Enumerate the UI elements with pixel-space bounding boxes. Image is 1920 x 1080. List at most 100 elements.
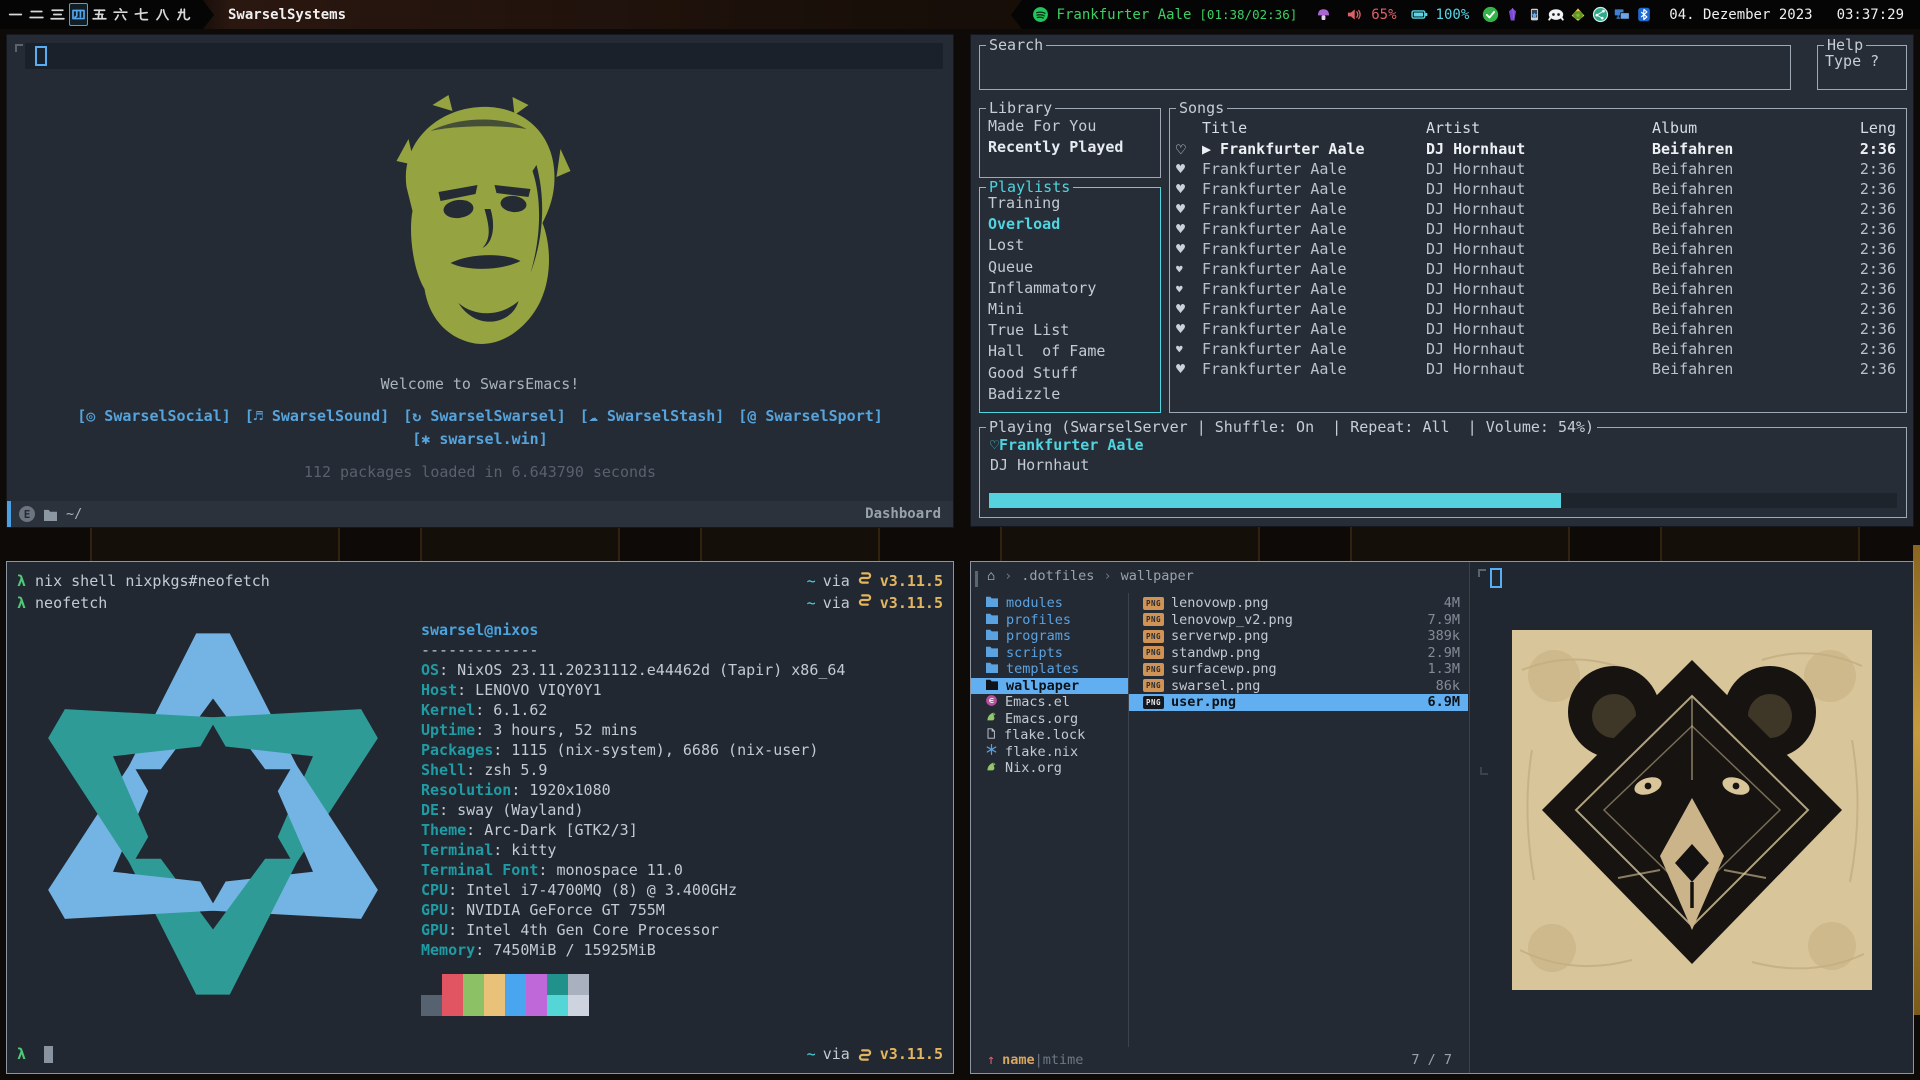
library-item-recently-played[interactable]: Recently Played [988,137,1160,158]
file-row-lenovowp_v2.png[interactable]: PNGlenovowp_v2.png7.9M [1129,612,1468,629]
song-row[interactable]: ♥Frankfurter AaleDJ HornhautBeifahren2:3… [1170,339,1906,359]
playlist-item[interactable]: Overload [988,214,1160,235]
file-row-programs[interactable]: programs [971,628,1128,645]
now-playing-track[interactable]: Frankfurter Aale [1057,7,1192,23]
dashboard-button-swarselstash[interactable]: [☁ SwarselStash] [580,407,725,425]
kdeconnect-tray-icon[interactable] [1525,6,1543,24]
heart-icon[interactable]: ♥ [1176,263,1202,276]
column-album[interactable]: Album [1652,119,1852,137]
heart-icon[interactable]: ♥ [1176,180,1202,198]
emacs-header-line[interactable] [25,43,943,69]
spotify-icon[interactable] [1032,6,1049,23]
syncthing-tray-icon[interactable] [1591,6,1609,24]
turtle-tray-icon[interactable] [1569,6,1587,24]
heart-icon[interactable]: ♡ [1176,140,1202,159]
playlist-item[interactable]: Training [988,193,1160,214]
song-row[interactable]: ♥Frankfurter AaleDJ HornhautBeifahren2:3… [1170,359,1906,379]
song-row[interactable]: ♥Frankfurter AaleDJ HornhautBeifahren2:3… [1170,199,1906,219]
breadcrumb-part[interactable]: .dotfiles [1021,568,1094,584]
heart-icon[interactable]: ♥ [1176,200,1202,218]
library-item-made-for-you[interactable]: Made For You [988,116,1160,137]
heart-icon[interactable]: ♡ [990,436,999,454]
workspace-button-2[interactable] [27,3,46,26]
dashboard-button-swarselsport[interactable]: [@ SwarselSport] [738,407,883,425]
playlist-item[interactable]: Lost [988,235,1160,256]
heart-icon[interactable]: ♥ [1176,343,1202,356]
file-row-lenovowp.png[interactable]: PNGlenovowp.png4M [1129,595,1468,612]
playlist-item[interactable]: Hall of Fame [988,341,1160,362]
workspace-button-1[interactable] [6,3,25,26]
sort-secondary[interactable]: mtime [1043,1052,1084,1068]
file-row-Emacs.org[interactable]: Emacs.org [971,711,1128,728]
column-title[interactable]: Title [1202,119,1426,137]
sort-field[interactable]: name [1002,1052,1035,1068]
terminal-window[interactable]: λnix shell nixpkgs#neofetch~viav3.11.5λn… [6,561,954,1074]
clock-display[interactable]: 03:37:29 [1829,7,1912,23]
file-row-user.png[interactable]: PNGuser.png6.9M [1129,694,1468,711]
heart-icon[interactable]: ♥ [1176,160,1202,178]
song-row[interactable]: ♥Frankfurter AaleDJ HornhautBeifahren2:3… [1170,299,1906,319]
file-row-swarsel.png[interactable]: PNGswarsel.png86k [1129,678,1468,695]
file-row-templates[interactable]: templates [971,661,1128,678]
file-row-scripts[interactable]: scripts [971,645,1128,662]
breadcrumb-part[interactable]: wallpaper [1121,568,1194,584]
playlist-item[interactable]: Mini [988,299,1160,320]
battery-icon[interactable] [1411,6,1428,23]
song-row[interactable]: ♥Frankfurter AaleDJ HornhautBeifahren2:3… [1170,279,1906,299]
playlist-item[interactable]: Queue [988,257,1160,278]
date-display[interactable]: 04. Dezember 2023 [1661,7,1820,23]
heart-icon[interactable]: ♥ [1176,220,1202,238]
column-length[interactable]: Leng [1852,119,1896,137]
volume-icon[interactable] [1346,6,1363,23]
heart-icon[interactable]: ♥ [1176,240,1202,258]
playlist-item[interactable]: Inflammatory [988,278,1160,299]
file-row-flake.lock[interactable]: flake.lock [971,727,1128,744]
dashboard-button-swarselsocial[interactable]: [◎ SwarselSocial] [77,407,231,425]
workspace-button-9[interactable] [174,3,193,26]
heart-icon[interactable]: ♥ [1176,283,1202,296]
heart-icon[interactable]: ♥ [1176,320,1202,338]
discord-tray-icon[interactable] [1547,6,1565,24]
playlist-item[interactable]: Good Stuff [988,363,1160,384]
column-artist[interactable]: Artist [1426,119,1652,137]
dashboard-button-swarsel.win[interactable]: [✱ swarsel.win] [412,430,547,448]
file-row-surfacewp.png[interactable]: PNGsurfacewp.png1.3M [1129,661,1468,678]
song-row[interactable]: ♥Frankfurter AaleDJ HornhautBeifahren2:3… [1170,179,1906,199]
workspace-button-4[interactable] [69,3,88,26]
dashboard-button-swarselswarsel[interactable]: [↻ SwarselSwarsel] [403,407,566,425]
song-row[interactable]: ♥Frankfurter AaleDJ HornhautBeifahren2:3… [1170,319,1906,339]
file-row-Emacs.el[interactable]: Emacs.el [971,694,1128,711]
dashboard-button-swarselsound[interactable]: [♬ SwarselSound] [245,407,390,425]
file-row-profiles[interactable]: profiles [971,612,1128,629]
song-row[interactable]: ♡▶ Frankfurter AaleDJ HornhautBeifahren2… [1170,139,1906,159]
file-row-serverwp.png[interactable]: PNGserverwp.png389k [1129,628,1468,645]
network-tray-icon[interactable] [1613,6,1631,24]
song-row[interactable]: ♥Frankfurter AaleDJ HornhautBeifahren2:3… [1170,159,1906,179]
seek-bar[interactable] [989,493,1897,508]
song-row[interactable]: ♥Frankfurter AaleDJ HornhautBeifahren2:3… [1170,259,1906,279]
file-row-modules[interactable]: modules [971,595,1128,612]
song-row[interactable]: ♥Frankfurter AaleDJ HornhautBeifahren2:3… [1170,219,1906,239]
bluetooth-tray-icon[interactable] [1635,6,1653,24]
file-row-flake.nix[interactable]: flake.nix [971,744,1128,761]
checkmark-tray-icon[interactable] [1481,6,1499,24]
file-row-Nix.org[interactable]: Nix.org [971,760,1128,777]
heart-icon[interactable]: ♥ [1176,300,1202,318]
song-row[interactable]: ♥Frankfurter AaleDJ HornhautBeifahren2:3… [1170,239,1906,259]
home-icon[interactable]: ⌂ [987,568,995,584]
workspace-button-8[interactable] [153,3,172,26]
workspace-button-3[interactable] [48,3,67,26]
heart-icon[interactable]: ♥ [1176,360,1202,378]
shell-prompt[interactable]: λ ~ via v3.11.5 [17,1044,943,1065]
workspace-button-7[interactable] [132,3,151,26]
search-input[interactable] [984,50,1786,85]
gem-tray-icon[interactable] [1503,6,1521,24]
playlist-item[interactable]: Badizzle [988,384,1160,405]
file-row-standwp.png[interactable]: PNGstandwp.png2.9M [1129,645,1468,662]
workspace-button-5[interactable] [90,3,109,26]
sort-direction-icon[interactable]: ↑ [987,1052,995,1068]
workspace-button-6[interactable] [111,3,130,26]
mushroom-icon[interactable] [1315,6,1332,23]
playlist-item[interactable]: True List [988,320,1160,341]
search-box[interactable]: Search [979,45,1791,90]
